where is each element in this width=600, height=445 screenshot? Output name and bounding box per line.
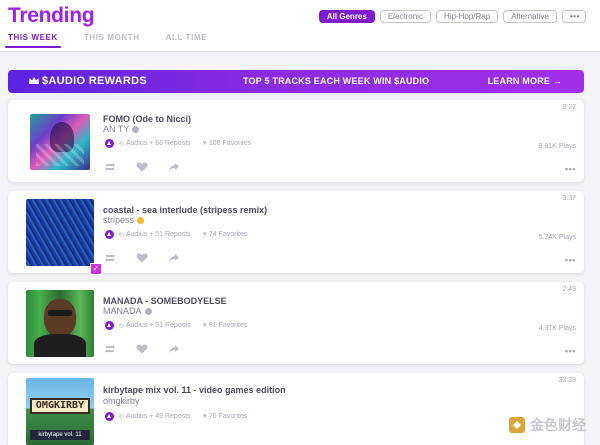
audius-avatar-icon bbox=[105, 412, 114, 421]
heart-icon[interactable] bbox=[136, 162, 148, 172]
track-more-button[interactable]: ••• bbox=[565, 164, 576, 174]
tab-all-time[interactable]: ALL TIME bbox=[166, 33, 208, 48]
genre-more-button[interactable]: ••• bbox=[562, 10, 586, 23]
track-actions bbox=[104, 253, 180, 263]
track-duration: 3:37 bbox=[562, 195, 576, 202]
artist-name[interactable]: AN TY bbox=[103, 124, 129, 134]
favorite-count[interactable]: 81 Favorites bbox=[209, 322, 248, 329]
verified-badge-icon bbox=[144, 307, 152, 315]
heart-icon[interactable] bbox=[136, 344, 148, 354]
artist-name[interactable]: stripess bbox=[103, 215, 134, 225]
repost-small-icon: ⟲ bbox=[118, 413, 124, 421]
track-stats: ⟲ Audius + 66 Reposts ♥ 108 Favorites bbox=[105, 139, 251, 148]
play-count: 9.81K Plays bbox=[538, 143, 576, 150]
track-title[interactable]: FOMO (Ode to Nicci) bbox=[103, 114, 191, 124]
heart-small-icon: ♥ bbox=[202, 413, 207, 420]
track-title[interactable]: coastal - sea interlude (stripess remix) bbox=[103, 205, 267, 215]
artist-name[interactable]: MANADA bbox=[103, 306, 142, 316]
track-duration: 33:28 bbox=[558, 377, 576, 384]
genre-all[interactable]: All Genres bbox=[318, 10, 375, 23]
track-title[interactable]: MANADA - SOMEBODYELSE bbox=[103, 296, 227, 306]
track-artwork[interactable] bbox=[30, 114, 90, 170]
share-icon[interactable] bbox=[168, 253, 180, 263]
track-artist[interactable]: stripess bbox=[103, 215, 145, 225]
tab-this-week[interactable]: THIS WEEK bbox=[5, 33, 61, 48]
play-count: 4.97K Plays bbox=[538, 325, 576, 332]
favorite-count[interactable]: 108 Favorites bbox=[209, 140, 251, 147]
track-artist[interactable]: MANADA bbox=[103, 306, 152, 316]
track-artwork[interactable] bbox=[26, 290, 94, 357]
track-artwork[interactable] bbox=[26, 199, 94, 266]
track-stats: ⟲ Audius + 51 Reposts ♥ 81 Favorites bbox=[105, 321, 247, 330]
share-icon[interactable] bbox=[168, 162, 180, 172]
genre-alternative[interactable]: Alternative bbox=[503, 10, 557, 23]
repost-icon[interactable] bbox=[104, 253, 116, 263]
header: Trending All Genres Electronic Hip-Hop/R… bbox=[0, 0, 600, 52]
learn-more-link[interactable]: LEARN MORE → bbox=[488, 76, 562, 86]
audius-avatar-icon bbox=[105, 139, 114, 148]
track-artist[interactable]: AN TY bbox=[103, 124, 140, 134]
art-title-text: OMGKIRBY bbox=[30, 398, 90, 414]
heart-small-icon: ♥ bbox=[202, 140, 207, 147]
genre-electronic[interactable]: Electronic bbox=[379, 10, 431, 23]
page-title: Trending bbox=[8, 4, 95, 27]
track-stats: ⟲ Audius + 51 Reposts ♥ 74 Favorites bbox=[105, 230, 247, 239]
track-card[interactable]: ✓ coastal - sea interlude (stripess remi… bbox=[8, 191, 584, 275]
track-duration: 3:27 bbox=[562, 104, 576, 111]
audius-avatar-icon bbox=[105, 230, 114, 239]
artist-name[interactable]: omgkirby bbox=[103, 396, 140, 406]
crown-icon bbox=[29, 77, 39, 84]
banner-subtitle: TOP 5 TRACKS EACH WEEK WIN $AUDIO bbox=[243, 76, 430, 86]
heart-icon[interactable] bbox=[136, 253, 148, 263]
heart-small-icon: ♥ bbox=[202, 231, 207, 238]
verified-badge-icon bbox=[132, 125, 140, 133]
track-artist[interactable]: omgkirby bbox=[103, 396, 140, 406]
track-duration: 2:49 bbox=[562, 286, 576, 293]
repost-count[interactable]: Audius + 51 Reposts bbox=[126, 322, 191, 329]
watermark-text: 金色财经 bbox=[530, 417, 586, 433]
time-tabs: THIS WEEK THIS MONTH ALL TIME bbox=[5, 33, 233, 48]
audio-rewards-banner[interactable]: $AUDIO REWARDS TOP 5 TRACKS EACH WEEK WI… bbox=[8, 70, 584, 93]
track-more-button[interactable]: ••• bbox=[565, 346, 576, 356]
repost-icon[interactable] bbox=[104, 162, 116, 172]
repost-icon[interactable] bbox=[104, 344, 116, 354]
selected-checkbox[interactable]: ✓ bbox=[90, 263, 102, 275]
banner-title: $AUDIO REWARDS bbox=[42, 75, 148, 87]
track-title[interactable]: kirbytape mix vol. 11 - video games edit… bbox=[103, 385, 286, 395]
repost-small-icon: ⟲ bbox=[118, 231, 124, 239]
track-more-button[interactable]: ••• bbox=[565, 255, 576, 265]
track-artwork[interactable]: OMGKIRBY kirbytape vol. 11 bbox=[26, 378, 94, 445]
repost-count[interactable]: Audius + 51 Reposts bbox=[126, 231, 191, 238]
heart-small-icon: ♥ bbox=[202, 322, 207, 329]
track-stats: ⟲ Audius + 49 Reposts ♥ 76 Favorites bbox=[105, 412, 247, 421]
track-card[interactable]: OMGKIRBY kirbytape vol. 11 kirbytape mix… bbox=[8, 373, 584, 445]
repost-small-icon: ⟲ bbox=[118, 322, 124, 330]
watermark-logo-icon bbox=[509, 417, 525, 433]
repost-small-icon: ⟲ bbox=[118, 140, 124, 148]
track-card[interactable]: FOMO (Ode to Nicci) AN TY ⟲ Audius + 66 … bbox=[8, 100, 584, 182]
tab-this-month[interactable]: THIS MONTH bbox=[84, 33, 140, 48]
watermark: 金色财经 bbox=[508, 415, 586, 435]
gold-badge-icon bbox=[137, 216, 145, 224]
genre-filter: All Genres Electronic Hip-Hop/Rap Altern… bbox=[318, 10, 586, 23]
genre-hiphop[interactable]: Hip-Hop/Rap bbox=[435, 10, 499, 23]
repost-count[interactable]: Audius + 49 Reposts bbox=[126, 413, 191, 420]
track-actions bbox=[104, 162, 180, 172]
audius-avatar-icon bbox=[105, 321, 114, 330]
share-icon[interactable] bbox=[168, 344, 180, 354]
play-count: 5.24K Plays bbox=[538, 234, 576, 241]
favorite-count[interactable]: 74 Favorites bbox=[209, 231, 248, 238]
art-subtitle-text: kirbytape vol. 11 bbox=[30, 430, 90, 440]
repost-count[interactable]: Audius + 66 Reposts bbox=[126, 140, 191, 147]
track-actions bbox=[104, 344, 180, 354]
favorite-count[interactable]: 76 Favorites bbox=[209, 413, 248, 420]
track-card[interactable]: MANADA - SOMEBODYELSE MANADA ⟲ Audius + … bbox=[8, 282, 584, 364]
